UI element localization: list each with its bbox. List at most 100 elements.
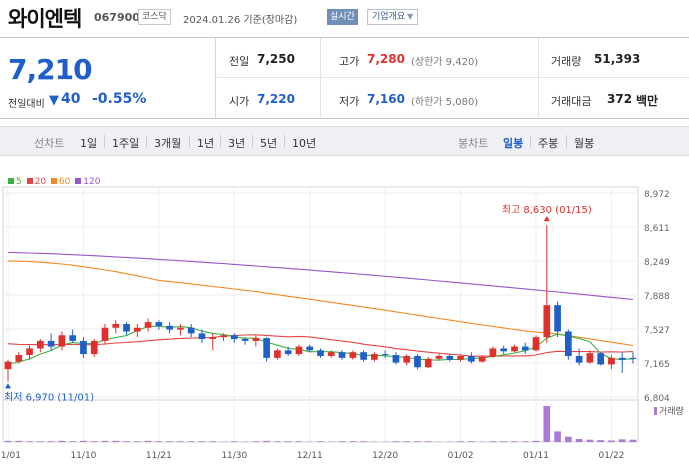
candle-body <box>381 354 389 356</box>
candle-body <box>80 340 87 355</box>
candle-body <box>112 323 120 328</box>
candle-body <box>392 355 400 363</box>
volume-bar <box>392 441 400 442</box>
y-tick-label: 7,165 <box>644 360 670 370</box>
volume-bar <box>457 441 464 442</box>
candle-body <box>543 305 551 338</box>
change-label: 전일대비 <box>8 99 45 110</box>
trade-value-cell: 거래대금 372 백만 <box>539 78 689 118</box>
tab-weekly[interactable]: 주봉 <box>538 135 558 151</box>
candle-body <box>263 338 270 358</box>
high-label: 고가 <box>339 55 360 68</box>
candle-body <box>123 323 130 332</box>
volume-bar <box>500 441 508 442</box>
current-price: 7,210 <box>8 53 93 86</box>
volume-bar <box>123 441 130 442</box>
tab-monthly[interactable]: 월봉 <box>574 135 594 151</box>
candle-body <box>349 352 357 358</box>
volume-bar <box>565 436 572 442</box>
candle-body <box>608 357 615 365</box>
stock-code: 067900 <box>94 11 140 24</box>
y-tick-label: 7,527 <box>644 326 670 336</box>
volume-bar <box>489 441 497 442</box>
candle-body <box>198 333 206 340</box>
candle-body <box>144 322 152 328</box>
volume-bar <box>166 441 173 442</box>
company-info-label: 기업개요 <box>372 12 406 22</box>
candle-body <box>274 350 281 358</box>
company-info-button[interactable]: 기업개요 ▼ <box>367 9 419 25</box>
chart-period-tabs: 선차트 1일 1주일 3개월 1년 3년 5년 10년 봉차트 일봉 주봉 월봉 <box>0 126 689 156</box>
low-annotation: 최저 6,970 (11/01) <box>4 391 94 403</box>
candle-body <box>101 327 109 341</box>
y-tick-label: 7,888 <box>644 292 670 302</box>
volume-bar <box>424 441 432 442</box>
candle-body <box>489 348 497 357</box>
x-tick-label: 12/11 <box>297 451 323 461</box>
volume-bar <box>112 440 120 442</box>
volume-bar <box>414 441 421 442</box>
down-arrow-icon: ▼ <box>49 93 59 108</box>
candle-chart-label: 봉차트 <box>458 137 489 150</box>
candle-body <box>4 361 12 370</box>
x-tick-label: 01/02 <box>448 451 474 461</box>
volume-cell: 거래량 51,393 <box>539 38 689 78</box>
tab-3m[interactable]: 3개월 <box>154 135 181 151</box>
candle-body <box>468 355 475 362</box>
y-tick-label: 6,804 <box>644 394 670 404</box>
candle-body <box>209 337 217 340</box>
tab-5y[interactable]: 5년 <box>260 135 277 151</box>
volume-bar <box>263 440 270 442</box>
candle-body <box>511 346 518 352</box>
candle-body <box>338 352 346 358</box>
volume-bar <box>360 441 367 442</box>
x-tick-label: 01/22 <box>598 451 624 461</box>
volume-bar <box>349 441 357 442</box>
volume-bar <box>608 440 615 442</box>
candle-body <box>478 356 486 362</box>
candlestick-chart[interactable]: 8,972 8,611 8,249 7,888 7,527 7,165 6,804 11/01… <box>0 184 689 469</box>
x-tick-label: 11/21 <box>146 451 172 461</box>
volume-bar <box>511 441 518 442</box>
candle-body <box>586 353 594 363</box>
candle-body <box>435 355 443 359</box>
prev-close-label: 전일 <box>229 55 250 68</box>
candle-body <box>295 346 303 355</box>
volume-bar <box>4 440 12 442</box>
candle-body <box>69 335 76 341</box>
line-chart-label: 선차트 <box>34 137 65 150</box>
candle-body <box>220 335 227 338</box>
candle-body <box>403 355 411 363</box>
candle-body <box>597 353 605 365</box>
candle-body <box>360 352 367 360</box>
tab-10y[interactable]: 10년 <box>292 135 316 151</box>
tab-1d[interactable]: 1일 <box>80 135 97 151</box>
high-annotation: 최고 8,630 (01/15) <box>502 204 592 216</box>
candle-body <box>618 357 626 360</box>
candle-body <box>457 355 464 360</box>
quote-panel: 7,210 전일대비 ▼ 40 -0.55% 전일 7,250 고가 7,280… <box>0 37 689 119</box>
volume-bar <box>26 441 33 442</box>
volume-bar <box>133 441 141 442</box>
volume-bar <box>597 440 605 442</box>
volume-bar <box>284 441 292 442</box>
candle-body <box>284 350 292 355</box>
tab-3y[interactable]: 3년 <box>228 135 245 151</box>
tab-1w[interactable]: 1주일 <box>112 135 139 151</box>
tab-daily[interactable]: 일봉 <box>503 135 523 151</box>
volume-bar <box>543 406 551 442</box>
volume-bar <box>403 441 411 442</box>
candle-body <box>166 325 173 330</box>
candle-body <box>230 335 238 340</box>
volume-bar <box>586 439 594 442</box>
volume-bar <box>69 441 76 442</box>
candle-body <box>371 354 378 360</box>
realtime-badge[interactable]: 실시간 <box>327 9 358 25</box>
candle-body <box>90 340 98 355</box>
volume-bar <box>198 441 206 442</box>
high-arrow-icon <box>543 216 550 222</box>
candle-body <box>500 348 508 352</box>
volume-bar <box>101 440 109 442</box>
candle-body <box>177 327 184 330</box>
tab-1y[interactable]: 1년 <box>197 135 214 151</box>
